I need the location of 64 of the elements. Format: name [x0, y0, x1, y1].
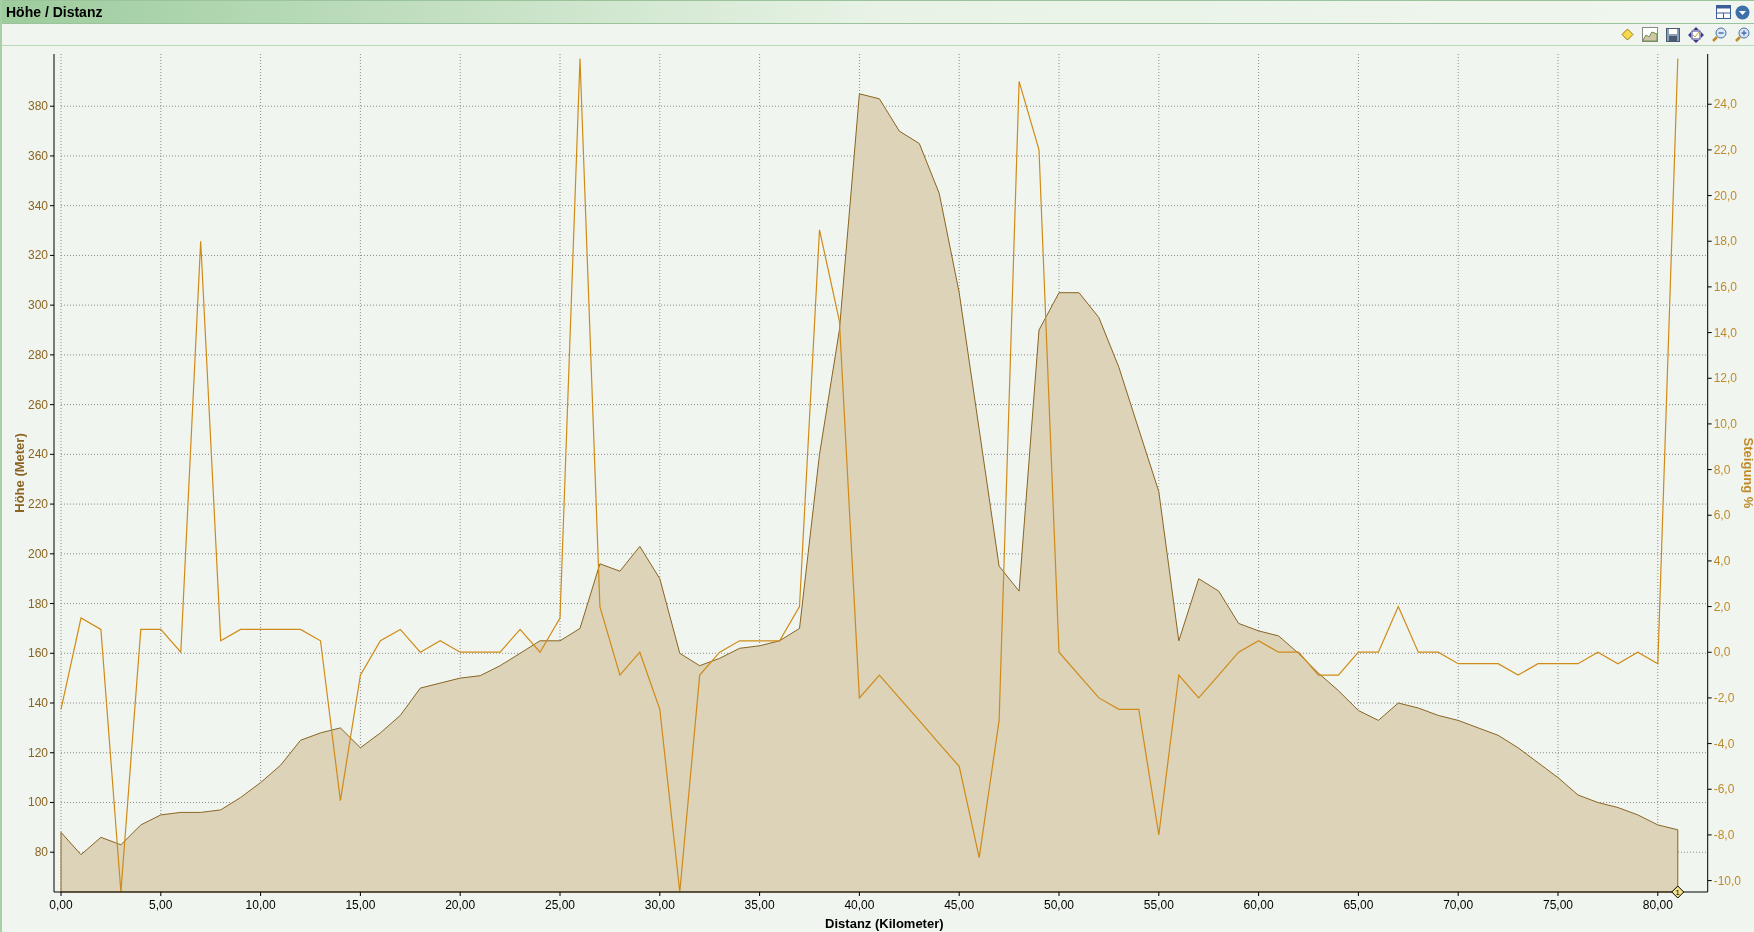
tick-label: 14,0: [1713, 325, 1738, 340]
tick-label: 12,0: [1713, 371, 1738, 386]
tick-label: 60,00: [1243, 898, 1274, 912]
tick-label: 15,00: [345, 898, 376, 912]
marker-icon[interactable]: 1: [1671, 885, 1685, 899]
tick-label: 75,00: [1543, 898, 1573, 912]
tick-label: -10,0: [1713, 873, 1742, 888]
dropdown-icon[interactable]: [1735, 4, 1750, 20]
tick-label: 300: [27, 298, 48, 313]
tick-label: 6,0: [1713, 508, 1731, 523]
tick-label: 340: [27, 198, 48, 213]
tick-label: 40,00: [844, 898, 875, 912]
tick-label: 20,00: [445, 898, 476, 912]
zoom-in-icon[interactable]: [1735, 27, 1750, 42]
save-icon[interactable]: [1666, 27, 1680, 42]
tick-label: 35,00: [744, 898, 775, 912]
tick-label: 240: [27, 447, 48, 462]
tick-label: 25,00: [545, 898, 575, 912]
tick-label: 50,00: [1044, 898, 1074, 912]
axis-title: Steigung %: [1740, 437, 1754, 509]
tick-label: -8,0: [1713, 827, 1735, 842]
tick-label: 70,00: [1443, 898, 1474, 912]
chart-icon[interactable]: [1642, 27, 1658, 42]
tick-label: 120: [27, 745, 48, 760]
tick-label: 200: [27, 546, 48, 561]
tick-label: 0,0: [1713, 645, 1731, 660]
tick-label: 10,00: [245, 898, 276, 912]
move-icon[interactable]: [1688, 26, 1704, 43]
tick-label: 20,0: [1713, 188, 1738, 203]
tick-label: 260: [27, 397, 48, 412]
tick-label: 18,0: [1713, 234, 1738, 249]
tick-label: 180: [27, 596, 48, 611]
tick-label: 55,00: [1143, 898, 1174, 912]
tick-label: 4,0: [1713, 553, 1731, 568]
tick-label: 16,0: [1713, 279, 1738, 294]
tick-label: 360: [27, 148, 48, 163]
tick-label: -2,0: [1713, 690, 1735, 705]
tick-label: 280: [27, 347, 48, 362]
tick-label: 5,00: [149, 898, 173, 912]
tick-label: 320: [27, 248, 48, 263]
tick-label: 45,00: [944, 898, 975, 912]
annotation: 1: [1675, 888, 1681, 897]
tick-label: -6,0: [1713, 782, 1735, 797]
tick-label: 380: [27, 99, 48, 114]
tick-label: -4,0: [1713, 736, 1735, 751]
panel-title: Höhe / Distanz: [6, 2, 103, 22]
tick-label: 80: [34, 845, 48, 860]
zoom-out-icon[interactable]: [1712, 27, 1727, 42]
tick-label: 30,00: [644, 898, 675, 912]
tick-label: 80,00: [1642, 898, 1673, 912]
tick-label: 220: [27, 497, 48, 512]
tick-label: 65,00: [1343, 898, 1374, 912]
axis-title: Distanz (Kilometer): [825, 916, 944, 931]
tick-label: 22,0: [1713, 142, 1738, 157]
layout-icon[interactable]: [1716, 5, 1731, 19]
tick-label: 8,0: [1713, 462, 1731, 477]
tick-label: 10,0: [1713, 416, 1738, 431]
tick-label: 24,0: [1713, 97, 1738, 112]
tick-label: 100: [27, 795, 48, 810]
axis-title: Höhe (Meter): [12, 433, 27, 513]
tick-label: 2,0: [1713, 599, 1731, 614]
tick-label: 160: [27, 646, 48, 661]
tick-label: 0,00: [49, 898, 73, 912]
tick-label: 140: [27, 696, 48, 710]
